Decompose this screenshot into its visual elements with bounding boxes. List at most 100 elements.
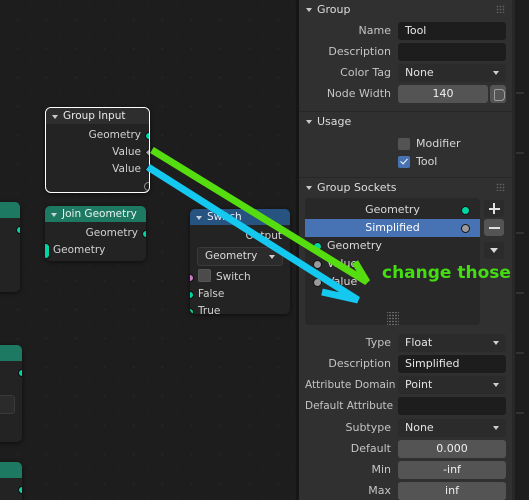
- socket-geometry-dot[interactable]: [18, 368, 22, 377]
- modifier-checkbox[interactable]: [398, 137, 410, 150]
- node-switch-checkbox[interactable]: [198, 269, 211, 282]
- checkbox-row-tool[interactable]: Tool: [305, 153, 506, 170]
- tool-checkbox[interactable]: [398, 155, 410, 168]
- offscreen-node-2[interactable]: [0, 345, 22, 442]
- node-group-input-output-new[interactable]: [46, 178, 149, 192]
- row-default: Default 0.000: [305, 439, 506, 458]
- socket-geometry-dot: [313, 241, 322, 251]
- chevron-down-icon[interactable]: [306, 8, 312, 12]
- panel-group-sockets-title: Group Sockets: [317, 180, 397, 194]
- dropdown-color-tag[interactable]: None: [398, 63, 506, 82]
- input-socket-description[interactable]: Simplified: [398, 354, 506, 373]
- offscreen-node-1[interactable]: [0, 202, 20, 292]
- drag-grip-icon[interactable]: [496, 5, 505, 13]
- socket-label: True: [198, 305, 221, 314]
- node-group-input-output-value-1[interactable]: Value: [46, 144, 149, 161]
- chevron-down-icon[interactable]: [306, 120, 312, 124]
- dropdown-subtype[interactable]: None: [398, 418, 506, 437]
- socket-list-tools: [484, 198, 506, 325]
- socket-menu-button[interactable]: [484, 242, 504, 259]
- panel-group-sockets-header[interactable]: Group Sockets: [299, 178, 512, 196]
- node-switch[interactable]: Switch Output Geometry Switch False True: [190, 209, 290, 314]
- node-editor-canvas[interactable]: Group Input Geometry Value Value Join Ge…: [0, 0, 299, 500]
- chevron-down-icon[interactable]: [51, 213, 57, 217]
- socket-list-item-input-value-1[interactable]: Value: [305, 255, 480, 273]
- row-color-tag: Color Tag None: [305, 63, 506, 82]
- node-switch-input-false[interactable]: False: [190, 286, 290, 303]
- offscreen-node-3[interactable]: [0, 462, 22, 500]
- offscreen-node-1-output[interactable]: [0, 221, 20, 238]
- node-group-input-header[interactable]: Group Input: [46, 108, 149, 124]
- socket-value-diamond[interactable]: [144, 147, 149, 158]
- row-max: Max inf: [305, 481, 506, 500]
- checkbox-row-modifier[interactable]: Modifier: [305, 135, 506, 152]
- input-max[interactable]: inf: [398, 481, 506, 500]
- node-join-geometry-input-geometry[interactable]: Geometry: [45, 242, 146, 259]
- chevron-down-icon[interactable]: [306, 186, 312, 190]
- input-description[interactable]: [398, 42, 506, 61]
- node-group-input-output-value-2[interactable]: Value: [46, 161, 149, 178]
- node-join-geometry-body: Geometry Geometry: [45, 222, 146, 261]
- dropdown-type[interactable]: Float: [398, 333, 506, 352]
- socket-geometry-dot[interactable]: [190, 290, 194, 299]
- socket-geometry-dot[interactable]: [18, 485, 22, 494]
- node-switch-output[interactable]: Output: [190, 228, 290, 245]
- offscreen-node-2-output[interactable]: [0, 364, 22, 381]
- node-join-geometry-header[interactable]: Join Geometry: [45, 206, 146, 222]
- socket-geometry-dot[interactable]: [142, 229, 146, 238]
- input-min[interactable]: -inf: [398, 460, 506, 479]
- socket-list-resize-grip[interactable]: [386, 312, 399, 325]
- chevron-down-icon: [490, 248, 498, 253]
- node-group-input-title: Group Input: [63, 110, 126, 122]
- offscreen-node-3-output[interactable]: [0, 481, 22, 498]
- node-group-input[interactable]: Group Input Geometry Value Value: [45, 107, 150, 193]
- socket-list-item-input-value-2[interactable]: Value: [305, 273, 480, 291]
- add-socket-button[interactable]: [484, 200, 504, 217]
- socket-list[interactable]: Geometry Simplified Geometry Value Value: [305, 198, 480, 325]
- panel-group-header[interactable]: Group: [299, 0, 512, 18]
- socket-list-item-input-geometry[interactable]: Geometry: [305, 237, 480, 255]
- chevron-down-icon[interactable]: [52, 115, 58, 119]
- strip-tick: [516, 232, 524, 234]
- node-switch-header[interactable]: Switch: [190, 209, 290, 225]
- label-node-width: Node Width: [326, 87, 391, 100]
- remove-socket-button[interactable]: [484, 219, 504, 236]
- row-attribute-domain: Attribute Domain Point: [305, 375, 506, 394]
- node-switch-input-switch[interactable]: Switch: [190, 269, 290, 286]
- adjacent-editor-strip: [512, 0, 529, 500]
- socket-geometry-dot[interactable]: [145, 131, 149, 140]
- blender-geometry-nodes-window: Group Input Geometry Value Value Join Ge…: [0, 0, 529, 500]
- input-default[interactable]: 0.000: [398, 439, 506, 458]
- node-join-geometry[interactable]: Join Geometry Geometry Geometry: [45, 206, 146, 261]
- chevron-down-icon[interactable]: [196, 216, 202, 220]
- node-switch-input-true[interactable]: True: [190, 303, 290, 314]
- socket-value-dot: [313, 277, 322, 287]
- drag-grip-icon[interactable]: [496, 183, 505, 191]
- socket-boolean-dot[interactable]: [190, 273, 194, 282]
- input-node-width[interactable]: 140: [398, 84, 488, 103]
- dropdown-attribute-domain[interactable]: Point: [398, 375, 506, 394]
- socket-geometry-multi[interactable]: [45, 242, 50, 259]
- panel-usage-header[interactable]: Usage: [299, 112, 512, 130]
- node-join-geometry-output-geometry[interactable]: Geometry: [45, 225, 146, 242]
- input-name[interactable]: Tool: [398, 21, 506, 40]
- offscreen-node-2-dropdown[interactable]: [0, 395, 15, 414]
- node-group-input-body: Geometry Value Value: [46, 124, 149, 192]
- panel-group-sockets: Group Sockets Geometry Simplified Geomet…: [299, 178, 512, 500]
- socket-new-empty[interactable]: [144, 182, 149, 191]
- offscreen-node-1-header: [0, 202, 20, 218]
- input-default-attribute[interactable]: [398, 396, 506, 415]
- dropdown-subtype-value: None: [405, 420, 434, 434]
- socket-geometry-dot[interactable]: [16, 225, 20, 234]
- socket-geometry-dot[interactable]: [190, 307, 194, 314]
- node-group-input-output-geometry[interactable]: Geometry: [46, 127, 149, 144]
- socket-value-diamond[interactable]: [144, 164, 149, 175]
- socket-label: Value: [112, 146, 141, 158]
- socket-list-item-output-simplified[interactable]: Simplified: [305, 219, 480, 237]
- label-modifier: Modifier: [416, 137, 461, 150]
- node-switch-data-type-dropdown[interactable]: Geometry: [197, 247, 283, 266]
- socket-list-item-output-geometry[interactable]: Geometry: [305, 201, 480, 219]
- panel-group-body: Name Tool Description Color Tag None Nod…: [299, 18, 512, 111]
- animate-property-button[interactable]: [490, 84, 506, 103]
- socket-properties-body: Type Float Description Simplified Attrib…: [299, 329, 512, 500]
